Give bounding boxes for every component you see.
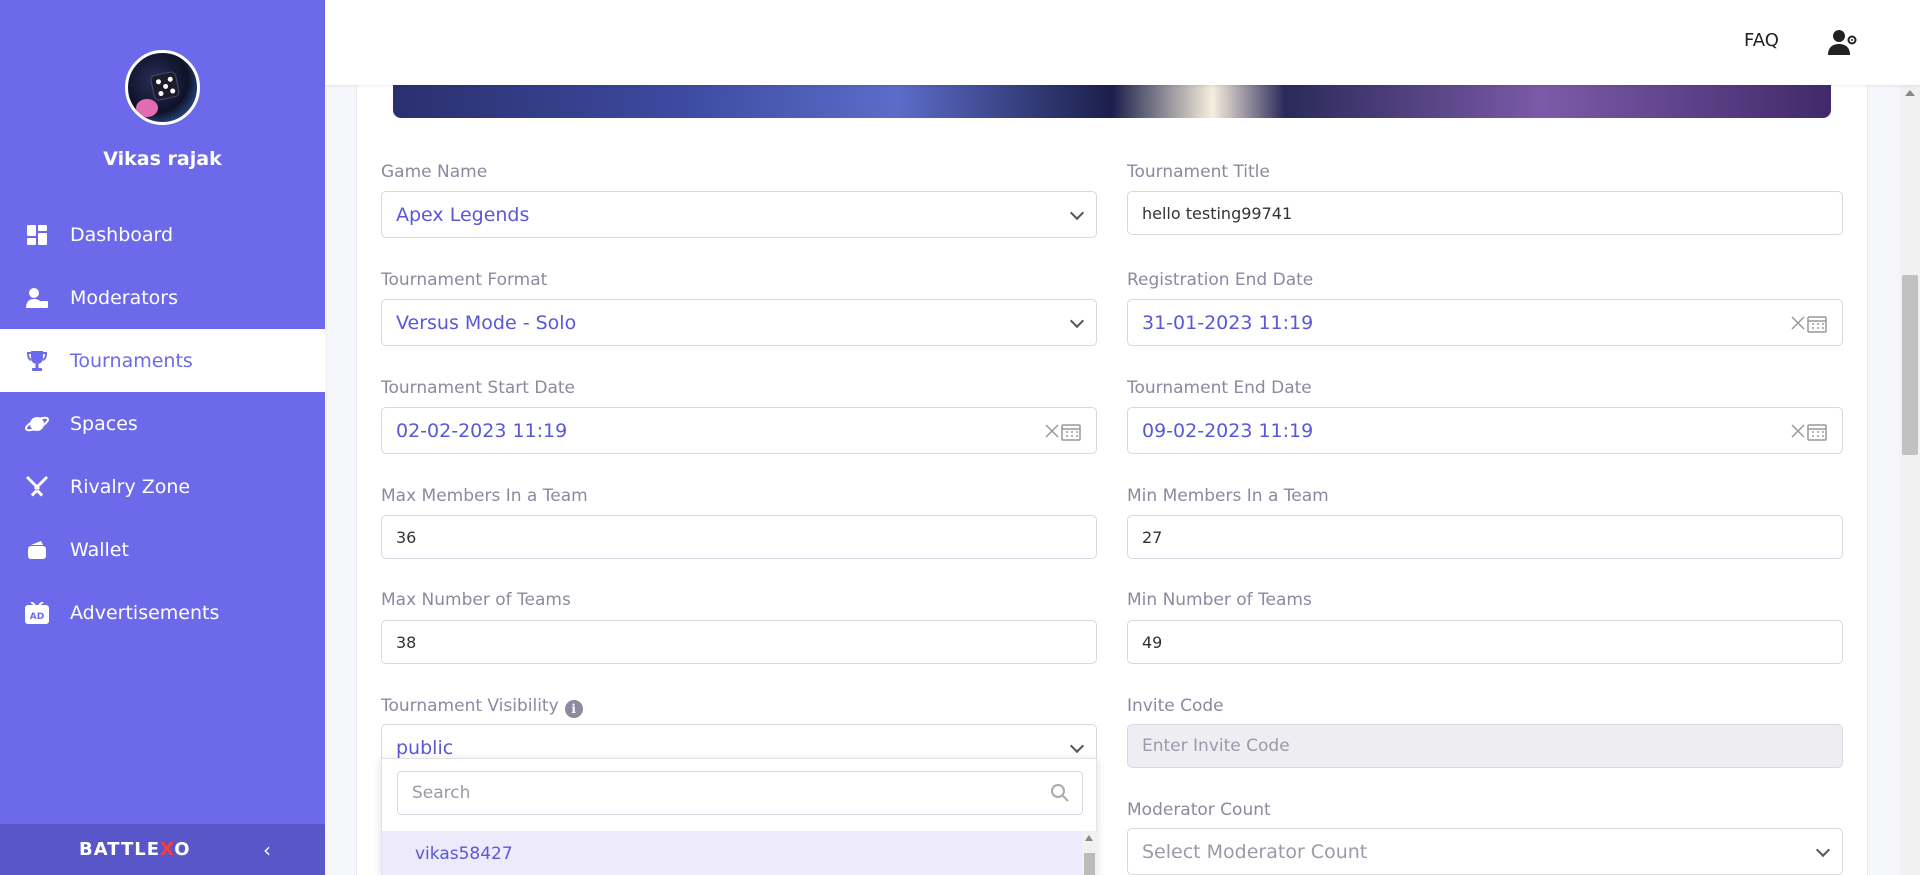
end-date-value: 09-02-2023 11:19 bbox=[1142, 419, 1314, 442]
tournament-format-label: Tournament Format bbox=[381, 270, 548, 290]
scrollbar-thumb[interactable] bbox=[1902, 275, 1918, 455]
sidebar-footer: BATTLEXO ‹ bbox=[0, 824, 325, 875]
min-teams-value: 49 bbox=[1142, 632, 1163, 652]
game-name-value: Apex Legends bbox=[396, 203, 530, 226]
brand-logo: BATTLEXO bbox=[79, 839, 191, 860]
invite-code-input[interactable]: Enter Invite Code bbox=[1127, 724, 1843, 768]
registration-end-label: Registration End Date bbox=[1127, 270, 1314, 290]
moderator-icon bbox=[25, 286, 49, 310]
dropdown-scrollbar[interactable] bbox=[1082, 831, 1097, 875]
max-members-label: Max Members In a Team bbox=[381, 486, 588, 506]
sidebar-item-label: Rivalry Zone bbox=[70, 475, 191, 498]
collapse-sidebar-icon[interactable]: ‹ bbox=[263, 838, 277, 862]
sidebar-item-spaces[interactable]: Spaces bbox=[0, 392, 325, 455]
tournament-title-value: hello testing99741 bbox=[1142, 203, 1293, 223]
tournament-format-value: Versus Mode - Solo bbox=[396, 311, 577, 334]
invite-code-placeholder: Enter Invite Code bbox=[1142, 736, 1290, 756]
start-date-input[interactable]: 02-02-2023 11:19 bbox=[381, 407, 1097, 454]
avatar[interactable] bbox=[125, 50, 200, 125]
visibility-label: Tournament Visibility i bbox=[381, 696, 583, 718]
sidebar-item-label: Advertisements bbox=[70, 601, 220, 624]
user-settings-icon[interactable] bbox=[1828, 29, 1858, 57]
sidebar-item-label: Moderators bbox=[70, 286, 179, 309]
sidebar-item-wallet[interactable]: Wallet bbox=[0, 518, 325, 581]
sidebar-item-rivalry-zone[interactable]: Rivalry Zone bbox=[0, 455, 325, 518]
min-teams-input[interactable]: 49 bbox=[1127, 620, 1843, 664]
dropdown-option[interactable]: vikas58427 bbox=[382, 831, 1082, 875]
moderator-count-select[interactable]: Select Moderator Count bbox=[1127, 828, 1843, 875]
tournament-title-input[interactable]: hello testing99741 bbox=[1127, 191, 1843, 235]
min-teams-label: Min Number of Teams bbox=[1127, 590, 1312, 610]
max-teams-label: Max Number of Teams bbox=[381, 590, 571, 610]
max-members-input[interactable]: 36 bbox=[381, 515, 1097, 559]
clear-calendar-icon[interactable] bbox=[1790, 314, 1830, 334]
clear-calendar-icon[interactable] bbox=[1790, 422, 1830, 442]
page-scrollbar[interactable] bbox=[1900, 85, 1920, 875]
moderator-count-placeholder: Select Moderator Count bbox=[1142, 840, 1368, 863]
ad-icon: AD bbox=[25, 601, 49, 625]
dropdown-search-input[interactable]: Search bbox=[397, 771, 1083, 815]
max-members-value: 36 bbox=[396, 527, 417, 547]
svg-text:AD: AD bbox=[30, 612, 44, 622]
user-name: Vikas rajak bbox=[103, 148, 222, 170]
min-members-label: Min Members In a Team bbox=[1127, 486, 1329, 506]
search-icon bbox=[1050, 783, 1070, 808]
planet-icon bbox=[25, 412, 49, 436]
chevron-down-icon bbox=[1069, 738, 1085, 754]
sidebar: Vikas rajak Dashboard Moderators Tournam… bbox=[0, 0, 325, 875]
sidebar-item-label: Spaces bbox=[70, 412, 138, 435]
dice-icon bbox=[149, 70, 181, 102]
moderator-count-label: Moderator Count bbox=[1127, 800, 1271, 820]
invite-code-label: Invite Code bbox=[1127, 696, 1224, 716]
sidebar-item-advertisements[interactable]: AD Advertisements bbox=[0, 581, 325, 644]
end-date-label: Tournament End Date bbox=[1127, 378, 1312, 398]
chevron-down-icon bbox=[1815, 842, 1831, 857]
faq-link[interactable]: FAQ bbox=[1744, 30, 1779, 51]
trophy-icon bbox=[25, 349, 49, 373]
crossed-swords-icon bbox=[25, 475, 49, 499]
dropdown-search-placeholder: Search bbox=[412, 783, 471, 803]
sidebar-item-label: Wallet bbox=[70, 538, 129, 561]
scroll-up-icon[interactable] bbox=[1905, 90, 1915, 96]
sidebar-item-moderators[interactable]: Moderators bbox=[0, 266, 325, 329]
sidebar-item-label: Tournaments bbox=[70, 349, 193, 372]
sidebar-item-label: Dashboard bbox=[70, 223, 174, 246]
chevron-down-icon bbox=[1069, 313, 1085, 328]
top-bar: FAQ bbox=[325, 0, 1920, 85]
clear-calendar-icon[interactable] bbox=[1044, 422, 1084, 442]
tournament-title-label: Tournament Title bbox=[1127, 162, 1270, 182]
min-members-value: 27 bbox=[1142, 527, 1163, 547]
wallet-icon bbox=[25, 538, 49, 562]
info-icon[interactable]: i bbox=[564, 700, 583, 718]
max-teams-input[interactable]: 38 bbox=[381, 620, 1097, 664]
min-members-input[interactable]: 27 bbox=[1127, 515, 1843, 559]
dashboard-icon bbox=[25, 223, 49, 247]
visibility-dropdown-menu: Search vikas58427 bbox=[381, 758, 1097, 875]
end-date-input[interactable]: 09-02-2023 11:19 bbox=[1127, 407, 1843, 454]
tournament-banner-image bbox=[393, 85, 1831, 118]
dropdown-option-label: vikas58427 bbox=[415, 843, 513, 864]
sidebar-item-dashboard[interactable]: Dashboard bbox=[0, 203, 325, 266]
game-name-select[interactable]: Apex Legends bbox=[381, 191, 1097, 238]
sidebar-item-tournaments[interactable]: Tournaments bbox=[0, 329, 325, 392]
start-date-label: Tournament Start Date bbox=[381, 378, 575, 398]
registration-end-value: 31-01-2023 11:19 bbox=[1142, 311, 1314, 334]
sidebar-nav: Dashboard Moderators Tournaments Spaces … bbox=[0, 203, 325, 644]
game-name-label: Game Name bbox=[381, 162, 488, 182]
tournament-format-select[interactable]: Versus Mode - Solo bbox=[381, 299, 1097, 346]
max-teams-value: 38 bbox=[396, 632, 417, 652]
registration-end-date-input[interactable]: 31-01-2023 11:19 bbox=[1127, 299, 1843, 346]
chevron-down-icon bbox=[1069, 205, 1085, 220]
start-date-value: 02-02-2023 11:19 bbox=[396, 419, 568, 442]
visibility-value: public bbox=[396, 737, 454, 759]
